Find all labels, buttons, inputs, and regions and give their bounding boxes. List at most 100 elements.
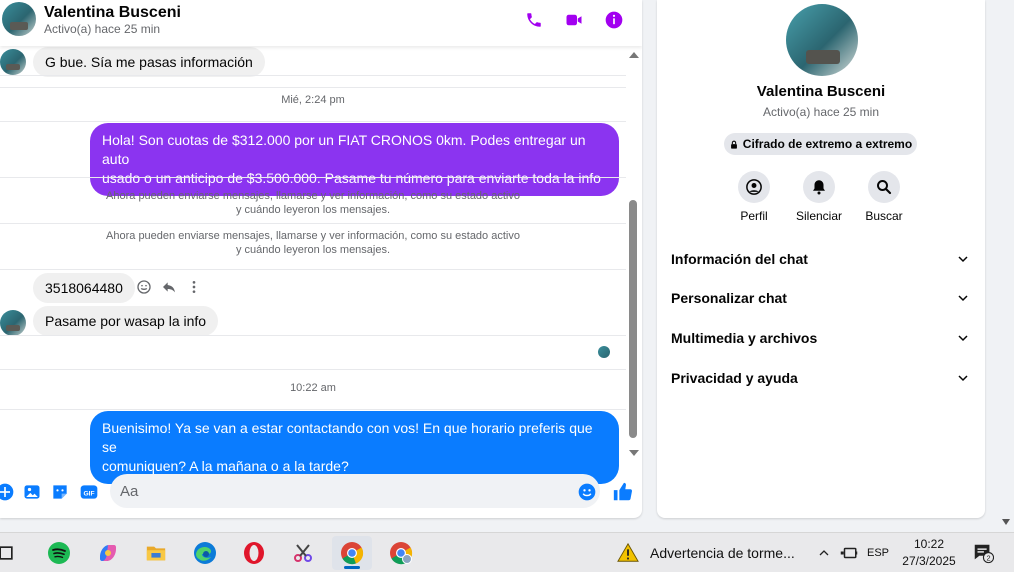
outgoing-message[interactable]: Hola! Son cuotas de $312.000 por un FIAT…: [90, 123, 619, 196]
taskbar-chrome[interactable]: [332, 536, 372, 570]
attach-media-button[interactable]: [21, 481, 43, 503]
section-label: Información del chat: [671, 251, 808, 267]
sticker-button[interactable]: [49, 481, 71, 503]
section-label: Multimedia y archivos: [671, 330, 818, 346]
incoming-message[interactable]: G bue. Sía me pasas información: [33, 47, 265, 77]
conversation-info-button[interactable]: [603, 9, 625, 31]
system-message-line: y cuándo leyeron los mensajes.: [235, 204, 391, 216]
section-privacy-help[interactable]: Privacidad y ayuda: [665, 360, 975, 396]
weather-widget[interactable]: Advertencia de torme...: [616, 541, 795, 565]
outgoing-message-line: Buenisimo! Ya se van a estar contactando…: [102, 420, 593, 455]
system-message: Ahora pueden enviarse mensajes, llamarse…: [0, 229, 626, 257]
search-action[interactable]: Buscar: [854, 171, 914, 223]
message-input[interactable]: [110, 474, 600, 508]
chat-scrollbar[interactable]: [628, 50, 640, 462]
divider: [0, 409, 626, 410]
image-icon: [24, 485, 40, 499]
scroll-down-arrow[interactable]: [629, 450, 639, 456]
taskbar-chrome-profile[interactable]: [381, 536, 421, 570]
taskbar-snipping-tool[interactable]: [283, 536, 323, 570]
incoming-message[interactable]: 3518064480: [33, 273, 135, 303]
show-hidden-icons-button[interactable]: [816, 541, 832, 565]
info-icon: [605, 11, 623, 29]
task-view-icon: [0, 546, 13, 560]
contact-avatar-small: [0, 310, 26, 336]
task-view-button[interactable]: [0, 536, 26, 570]
contact-name[interactable]: Valentina Busceni: [44, 4, 181, 22]
phone-icon: [527, 13, 541, 27]
edge-icon: [194, 542, 216, 564]
divider: [0, 177, 626, 178]
profile-avatar[interactable]: [786, 4, 858, 76]
contact-avatar[interactable]: [2, 2, 36, 36]
like-button[interactable]: [612, 481, 634, 503]
taskbar-edge[interactable]: [185, 536, 225, 570]
encryption-label: Cifrado de extremo a extremo: [742, 137, 913, 151]
section-label: Privacidad y ayuda: [671, 370, 798, 386]
emoji-icon: [578, 483, 596, 501]
encryption-badge[interactable]: Cifrado de extremo a extremo: [724, 133, 917, 155]
video-call-button[interactable]: [563, 9, 585, 31]
battery-network-button[interactable]: [838, 541, 860, 565]
gif-button[interactable]: GIF: [78, 481, 100, 503]
section-chat-info[interactable]: Información del chat: [665, 241, 975, 277]
phone-call-button[interactable]: [523, 9, 545, 31]
active-indicator: [344, 566, 360, 569]
section-customize-chat[interactable]: Personalizar chat: [665, 280, 975, 316]
notification-count: 2: [986, 553, 990, 562]
section-media-files[interactable]: Multimedia y archivos: [665, 320, 975, 356]
reply-button[interactable]: [160, 278, 178, 296]
more-actions-button[interactable]: [0, 481, 16, 503]
taskbar-copilot[interactable]: [88, 536, 128, 570]
taskbar-opera[interactable]: [234, 536, 274, 570]
chevron-down-icon: [958, 295, 968, 302]
video-camera-icon: [566, 14, 582, 26]
weather-warning-icon: [617, 542, 639, 562]
divider: [0, 223, 626, 224]
sticker-icon: [53, 485, 67, 499]
more-options-button[interactable]: [185, 278, 203, 296]
contact-status: Activo(a) hace 25 min: [44, 22, 161, 36]
system-message: Ahora pueden enviarse mensajes, llamarse…: [0, 189, 626, 217]
mute-action-label: Silenciar: [795, 209, 843, 223]
react-button[interactable]: [135, 278, 153, 296]
profile-status: Activo(a) hace 25 min: [762, 105, 880, 119]
mute-action[interactable]: Silenciar: [789, 171, 849, 223]
search-action-circle: [868, 171, 900, 203]
plus-circle-icon: [0, 483, 14, 501]
emoji-button[interactable]: [576, 481, 598, 503]
language-indicator[interactable]: ESP: [864, 541, 892, 565]
chrome-icon: [341, 542, 364, 565]
profile-icon: [746, 179, 762, 195]
taskbar: Advertencia de torme... ESP 10:22 27/3/2…: [0, 532, 1014, 572]
timestamp: 10:22 am: [290, 382, 336, 394]
divider: [0, 75, 626, 76]
clock[interactable]: 10:22 27/3/2025: [898, 536, 960, 570]
gif-icon: GIF: [80, 485, 98, 499]
divider: [0, 335, 626, 336]
notifications-button[interactable]: 2: [970, 541, 996, 565]
incoming-message[interactable]: Pasame por wasap la info: [33, 306, 219, 336]
search-icon: [877, 180, 892, 195]
taskbar-spotify[interactable]: [39, 536, 79, 570]
spotify-icon: [48, 542, 70, 564]
copilot-icon: [100, 545, 116, 561]
reply-icon: [163, 282, 175, 293]
scroll-thumb[interactable]: [629, 200, 637, 438]
scissors-icon: [294, 544, 312, 562]
contact-avatar-small: [0, 49, 26, 75]
page-scroll-down-arrow[interactable]: [1002, 519, 1010, 525]
folder-icon: [146, 546, 166, 561]
battery-icon: [840, 547, 858, 559]
read-receipt-avatar: [598, 346, 610, 358]
outgoing-message-line: usado o un anticipo de $3.500.000. Pasam…: [102, 170, 601, 186]
taskbar-file-explorer[interactable]: [136, 536, 176, 570]
message-list[interactable]: G bue. Sía me pasas información Mié, 2:2…: [0, 46, 628, 484]
divider: [0, 121, 626, 122]
outgoing-message-line: Hola! Son cuotas de $312.000 por un FIAT…: [102, 132, 586, 167]
lock-icon: [730, 140, 737, 149]
conversation-info-panel: Valentina Busceni Activo(a) hace 25 min …: [657, 0, 985, 518]
scroll-up-arrow[interactable]: [629, 52, 639, 58]
more-vertical-icon: [192, 281, 196, 293]
profile-action[interactable]: Perfil: [724, 171, 784, 223]
